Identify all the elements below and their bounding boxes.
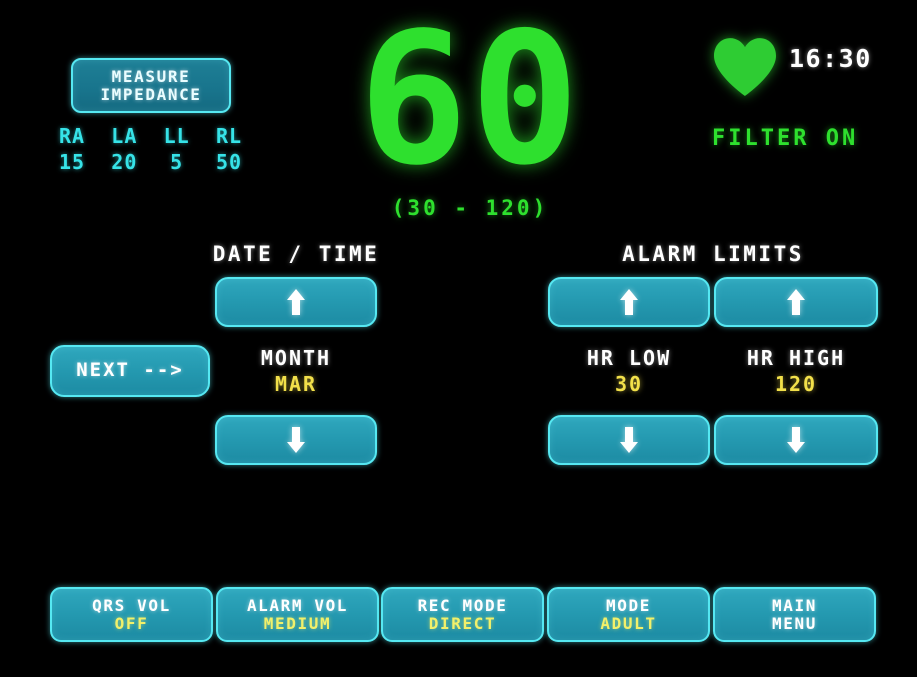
hr-low-value: 30 <box>614 372 644 396</box>
arrow-up-icon <box>787 289 805 315</box>
softkey-qrs-vol-label: QRS VOL <box>92 595 171 615</box>
measure-impedance-button[interactable]: MEASURE IMPEDANCE <box>71 58 231 113</box>
electrode-ll-label: LL <box>163 124 190 148</box>
arrow-down-icon <box>620 427 638 453</box>
heart-rate-value: 60 <box>358 0 582 205</box>
arrow-down-icon <box>787 427 805 453</box>
softkey-main-menu-line2: MENU <box>772 613 817 633</box>
softkey-mode[interactable]: MODE ADULT <box>547 587 710 642</box>
monitor-screen: MEASURE IMPEDANCE RA 15 LA 20 LL 5 RL 50… <box>0 0 917 677</box>
arrow-up-icon <box>287 289 305 315</box>
measure-impedance-line2: IMPEDANCE <box>100 84 202 104</box>
date-time-decrement-button[interactable] <box>215 415 377 465</box>
alarm-limits-section-title: ALARM LIMITS <box>622 242 804 266</box>
hr-low-increment-button[interactable] <box>548 277 710 327</box>
softkey-qrs-vol-value: OFF <box>114 613 149 633</box>
date-time-section-title: DATE / TIME <box>212 242 380 266</box>
electrode-rl-value: 50 <box>215 149 243 174</box>
softkey-alarm-vol-value: MEDIUM <box>263 613 332 633</box>
electrode-rl: RL 50 <box>205 124 253 175</box>
electrode-la: LA 20 <box>100 124 148 175</box>
electrode-ra-label: RA <box>58 124 86 148</box>
electrode-ll-value: 5 <box>170 149 184 174</box>
hr-high-readout: HR HIGH 120 <box>714 345 878 397</box>
filter-status-label: FILTER ON <box>712 126 859 151</box>
softkey-alarm-vol[interactable]: ALARM VOL MEDIUM <box>216 587 379 642</box>
next-button[interactable]: NEXT --> <box>50 345 210 397</box>
softkey-alarm-vol-label: ALARM VOL <box>246 595 349 615</box>
date-time-field-name: MONTH <box>260 346 332 370</box>
electrode-impedance-readout: RA 15 LA 20 LL 5 RL 50 <box>48 124 253 175</box>
electrode-ra-value: 15 <box>58 149 86 174</box>
softkey-main-menu[interactable]: MAIN MENU <box>713 587 876 642</box>
softkey-rec-mode-label: REC MODE <box>417 595 508 615</box>
softkey-rec-mode-value: DIRECT <box>428 613 497 633</box>
hr-high-decrement-button[interactable] <box>714 415 878 465</box>
electrode-ra: RA 15 <box>48 124 96 175</box>
hr-high-value: 120 <box>774 372 818 396</box>
hr-high-increment-button[interactable] <box>714 277 878 327</box>
electrode-la-label: LA <box>111 124 138 148</box>
hr-high-label: HR HIGH <box>746 346 846 370</box>
softkey-mode-value: ADULT <box>600 613 657 633</box>
date-time-increment-button[interactable] <box>215 277 377 327</box>
hr-low-decrement-button[interactable] <box>548 415 710 465</box>
softkey-rec-mode[interactable]: REC MODE DIRECT <box>381 587 544 642</box>
electrode-la-value: 20 <box>111 149 138 174</box>
date-time-field-value: MAR <box>274 372 318 396</box>
date-time-field-readout: MONTH MAR <box>196 345 396 397</box>
heart-icon <box>714 38 776 96</box>
softkey-main-menu-line1: MAIN <box>772 595 817 615</box>
softkey-mode-label: MODE <box>606 595 651 615</box>
clock-display: 16:30 <box>789 44 872 73</box>
electrode-rl-label: RL <box>215 124 243 148</box>
arrow-up-icon <box>620 289 638 315</box>
heart-rate-range: (30 - 120) <box>391 196 549 220</box>
measure-impedance-line1: MEASURE <box>111 66 191 86</box>
arrow-down-icon <box>287 427 305 453</box>
next-button-label: NEXT --> <box>76 359 184 382</box>
hr-low-label: HR LOW <box>586 346 672 370</box>
hr-low-readout: HR LOW 30 <box>548 345 710 397</box>
softkey-qrs-vol[interactable]: QRS VOL OFF <box>50 587 213 642</box>
electrode-ll: LL 5 <box>153 124 201 175</box>
